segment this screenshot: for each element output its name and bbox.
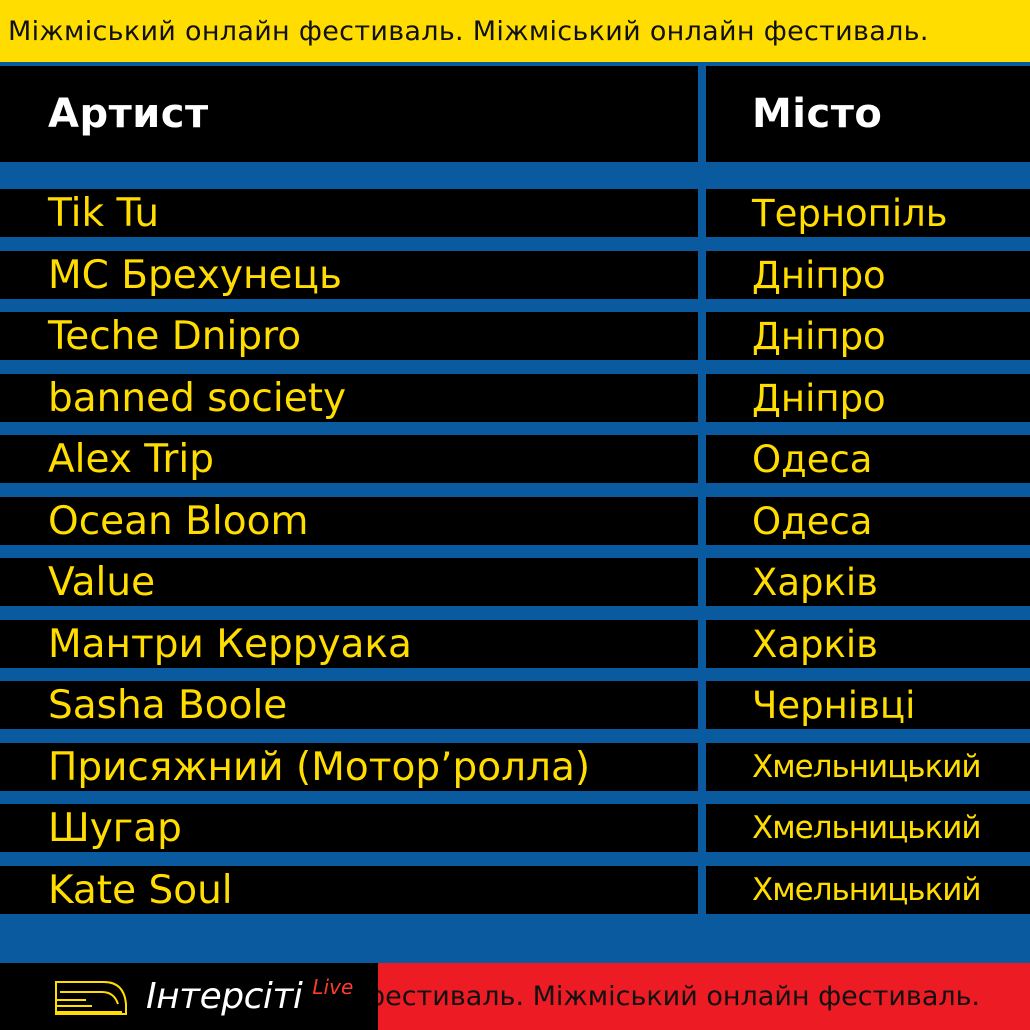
city-name: Дніпро [752, 314, 886, 358]
table-row-artist: Мантри Керруака [0, 620, 698, 668]
table-row-artist: Sasha Boole [0, 681, 698, 729]
city-name: Хмельницький [752, 872, 982, 908]
table-row-artist: Teche Dnipro [0, 312, 698, 360]
city-name: Дніпро [752, 376, 886, 420]
table-row-city: Харків [706, 620, 1030, 668]
artist-name: Sasha Boole [48, 682, 288, 728]
header-artist: Артист [0, 66, 698, 162]
artist-name: Присяжний (Мотор’ролла) [48, 744, 591, 790]
table-row-artist: Alex Trip [0, 435, 698, 483]
city-name: Харків [752, 622, 878, 666]
footer-bar: фестиваль. Міжміський онлайн фестиваль. … [0, 963, 1030, 1030]
brand-logo: Інтерсіті Live [0, 963, 378, 1030]
city-name: Тернопіль [752, 191, 948, 235]
brand-tag: Live [312, 975, 354, 999]
top-ticker: Міжміський онлайн фестиваль. Міжміський … [0, 0, 1030, 62]
table-row-artist: Tik Tu [0, 189, 698, 237]
table-row-city: Харків [706, 558, 1030, 606]
table-row-artist: Присяжний (Мотор’ролла) [0, 743, 698, 791]
header-city-label: Місто [752, 91, 883, 137]
table-row-city: Дніпро [706, 374, 1030, 422]
table-row-artist: Шугар [0, 804, 698, 852]
artist-name: Шугар [48, 805, 182, 851]
city-name: Хмельницький [752, 749, 982, 785]
artist-name: Teche Dnipro [48, 313, 302, 359]
table-row-city: Тернопіль [706, 189, 1030, 237]
header-artist-label: Артист [48, 91, 209, 137]
table-row-city: Хмельницький [706, 866, 1030, 914]
city-name: Одеса [752, 499, 873, 543]
table-row-artist: banned society [0, 374, 698, 422]
table-row-artist: MC Брехунець [0, 251, 698, 299]
city-name: Одеса [752, 437, 873, 481]
table-row-artist: Value [0, 558, 698, 606]
artist-name: Tik Tu [48, 190, 160, 236]
table-row-city: Дніпро [706, 251, 1030, 299]
table-row-city: Хмельницький [706, 743, 1030, 791]
table-row-artist: Ocean Bloom [0, 497, 698, 545]
table-row-city: Чернівці [706, 681, 1030, 729]
table-row-artist: Kate Soul [0, 866, 698, 914]
header-city: Місто [706, 66, 1030, 162]
artist-name: MC Брехунець [48, 252, 342, 298]
table-row-city: Одеса [706, 435, 1030, 483]
artist-name: Kate Soul [48, 867, 233, 913]
table-row-city: Дніпро [706, 312, 1030, 360]
city-name: Чернівці [752, 683, 916, 727]
city-name: Харків [752, 560, 878, 604]
table-row-city: Хмельницький [706, 804, 1030, 852]
train-icon [55, 980, 127, 1015]
artist-name: Мантри Керруака [48, 621, 412, 667]
artist-name: Alex Trip [48, 436, 215, 482]
bottom-ticker-text: фестиваль. Міжміський онлайн фестиваль. [362, 981, 981, 1012]
artist-name: Value [48, 559, 156, 605]
brand-name: Інтерсіті [146, 976, 303, 1017]
top-ticker-text: Міжміський онлайн фестиваль. Міжміський … [8, 15, 929, 47]
artist-name: Ocean Bloom [48, 498, 309, 544]
bottom-ticker: фестиваль. Міжміський онлайн фестиваль. [362, 963, 980, 1030]
table-row-city: Одеса [706, 497, 1030, 545]
city-name: Дніпро [752, 253, 886, 297]
artist-name: banned society [48, 375, 347, 421]
city-name: Хмельницький [752, 810, 982, 846]
